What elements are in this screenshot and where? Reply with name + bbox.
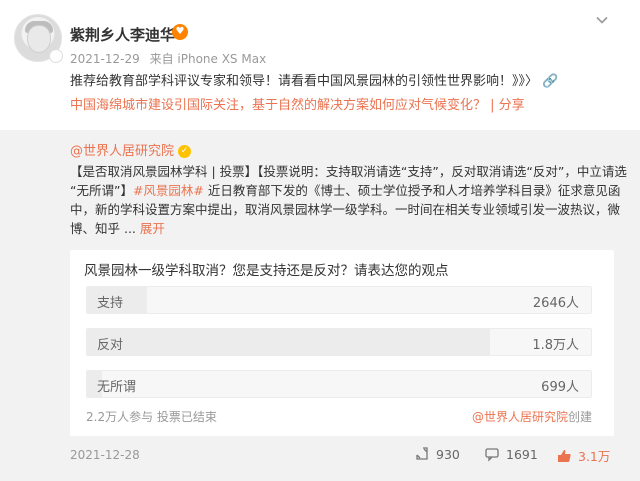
poll-question: 风景园林一级学科取消？您是支持还是反对？请表达您的观点 [84,263,449,279]
post-meta: 2021-12-29 来自 iPhone XS Max [70,50,272,67]
original-text-line: 【是否取消风景园林学科 | 投票】【投票说明：支持取消请选“支持”，反对取消请选… [70,164,627,179]
post-body: 推荐给教育部学科评议专家和领导！请看看中国风景园林的引领性世界影响！》》〉 [70,74,539,89]
expand-link[interactable]: 展开 [140,221,165,236]
original-text-segment: 博、知乎 ... [70,221,140,236]
poll-option-count: 699人 [541,380,579,395]
poll-option-support[interactable]: 支持 2646人 [86,286,592,314]
avatar-face [27,25,51,53]
repost-icon [416,447,428,460]
repost-button[interactable]: 930 [414,446,460,462]
comment-count: 1691 [506,446,538,462]
poll-option-label: 反对 [97,338,124,353]
poll-summary: 2.2万人参与 投票已结束 [86,410,217,424]
poll-creator-link[interactable]: @世界人居研究院 [472,410,568,424]
post-text: 推荐给教育部学科评议专家和领导！请看看中国风景园林的引领性世界影响！》》〉 🔗 [70,70,610,89]
footer-date: 2021-12-28 [70,448,140,462]
original-text-segment: 近日教育部下发的《博士、硕士学位授予和人才培养学科目录》征求意见函 [203,183,621,198]
like-count: 3.1万 [578,449,611,464]
original-author[interactable]: @世界人居研究院 ✓ [70,140,192,159]
poll-option-label: 支持 [97,296,124,311]
poll-creator-suffix: 创建 [567,410,592,424]
user-name[interactable]: 紫荆乡人李迪华 [70,24,175,45]
comment-icon [485,448,499,462]
like-button[interactable]: 3.1万 [556,446,610,465]
vip-heart-icon: ♥ [172,24,188,40]
post-footer: 2021-12-28 930 1691 3.1万 [0,440,640,481]
comment-button[interactable]: 1691 [484,446,538,462]
original-text-segment: “无所谓”】 [70,183,133,198]
link-icon: 🔗 [542,74,559,89]
chevron-down-icon[interactable] [594,12,610,28]
original-author-name[interactable]: @世界人居研究院 [70,144,174,159]
verified-icon: ✓ [178,145,192,158]
avatar[interactable] [14,14,63,63]
weibo-post: 紫荆乡人李迪华 ♥ 2021-12-29 来自 iPhone XS Max 推荐… [0,0,640,130]
original-text: 【是否取消风景园林学科 | 投票】【投票说明：支持取消请选“支持”，反对取消请选… [70,162,630,238]
poll-creator: @世界人居研究院创建 [472,408,592,425]
poll-option-fill [87,329,491,355]
post-source: 来自 iPhone XS Max [149,52,267,66]
repost-count: 930 [436,446,460,462]
poll-option-label: 无所谓 [97,380,137,395]
poll-card: 风景园林一级学科取消？您是支持还是反对？请表达您的观点 支持 2646人 反对 … [70,250,614,436]
hashtag-link[interactable]: #风景园林# [133,183,204,198]
poll-option-oppose[interactable]: 反对 1.8万人 [86,328,592,356]
original-text-line: 中，新的学科设置方案中提出，取消风景园林学一级学科。一时间在相关专业领域引发一波… [70,202,621,217]
avatar-badge [49,49,63,63]
post-date: 2021-12-29 [70,52,140,66]
poll-option-count: 1.8万人 [532,338,579,353]
poll-option-neutral[interactable]: 无所谓 699人 [86,370,592,398]
post-link[interactable]: 中国海绵城市建设引国际关注，基于自然的解决方案如何应对气候变化？ | 分享 [70,94,525,113]
poll-option-count: 2646人 [532,296,579,311]
original-text-line: “无所谓”】#风景园林# 近日教育部下发的《博士、硕士学位授予和人才培养学科目录… [70,181,630,200]
thumbs-up-icon [558,449,571,462]
original-text-line: 博、知乎 ... 展开 [70,219,630,238]
